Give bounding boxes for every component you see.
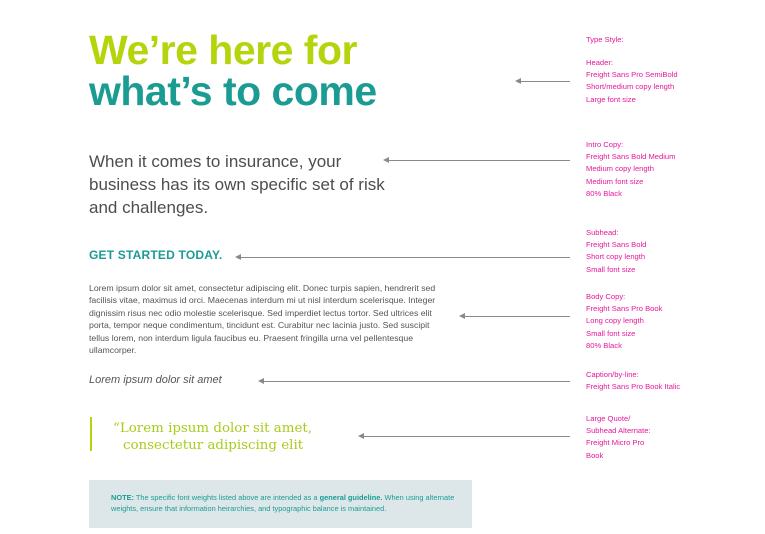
- header-sample: We’re here for what’s to come: [89, 30, 377, 112]
- quote-sample: “Lorem ipsum dolor sit amet, consectetur…: [113, 420, 312, 454]
- annotation-intro-length: Medium copy length: [586, 164, 654, 174]
- annotation-quote: Large Quote/ Subhead Alternate: Freight …: [586, 413, 651, 462]
- note-emphasis: general guideline.: [319, 493, 383, 502]
- annotation-quote-weight: Book: [586, 450, 604, 460]
- arrow-caption: [258, 378, 570, 384]
- note-text-before: The specific font weights listed above a…: [134, 493, 320, 502]
- annotation-body-font: Freight Sans Pro Book: [586, 304, 663, 314]
- annotation-quote-font: Freight Micro Pro: [586, 438, 645, 448]
- annotation-header: Header: Freight Sans Pro SemiBold Short/…: [586, 57, 678, 106]
- body-copy-sample: Lorem ipsum dolor sit amet, consectetur …: [89, 283, 436, 356]
- annotation-header-length: Short/medium copy length: [586, 82, 675, 92]
- annotation-subhead-size: Small font size: [586, 264, 636, 274]
- caption-sample: Lorem ipsum dolor sit amet: [89, 374, 222, 386]
- arrow-body: [459, 313, 570, 319]
- annotation-caption-label: Caption/by-line:: [586, 370, 639, 379]
- annotation-body: Body Copy: Freight Sans Pro Book Long co…: [586, 291, 662, 352]
- annotation-caption-font: Freight Sans Pro Book Italic: [586, 382, 681, 392]
- annotation-body-length: Long copy length: [586, 316, 644, 326]
- annotation-body-color: 80% Black: [586, 340, 622, 350]
- annotation-caption: Caption/by-line: Freight Sans Pro Book I…: [586, 369, 680, 393]
- note-box: NOTE: The specific font weights listed a…: [89, 480, 472, 528]
- note-label: NOTE:: [111, 493, 134, 502]
- annotation-intro-color: 80% Black: [586, 188, 622, 198]
- annotation-subhead: Subhead: Freight Sans Bold Short copy le…: [586, 227, 646, 276]
- annotation-intro: Intro Copy: Freight Sans Bold Medium Med…: [586, 139, 675, 200]
- quote-bar: [90, 417, 92, 451]
- annotation-intro-label: Intro Copy:: [586, 140, 624, 149]
- annotation-subhead-font: Freight Sans Bold: [586, 240, 647, 250]
- annotation-header-font: Freight Sans Pro SemiBold: [586, 70, 678, 80]
- subhead-sample: GET STARTED TODAY.: [89, 248, 223, 262]
- annotation-body-size: Small font size: [586, 328, 636, 338]
- annotation-quote-label-1: Large Quote/: [586, 414, 631, 423]
- annotation-header-label: Header:: [586, 58, 614, 67]
- annotation-subhead-label: Subhead:: [586, 228, 619, 237]
- header-line-2: what’s to come: [89, 68, 377, 114]
- annotation-body-label: Body Copy:: [586, 292, 626, 301]
- annotation-header-size: Large font size: [586, 94, 636, 104]
- intro-copy-sample: When it comes to insurance, your busines…: [89, 152, 385, 217]
- annotation-intro-font: Freight Sans Bold Medium: [586, 152, 676, 162]
- annotation-title: Type Style:: [586, 35, 624, 44]
- arrow-quote: [358, 433, 570, 439]
- arrow-header: [515, 78, 570, 84]
- annotation-subhead-length: Short copy length: [586, 252, 646, 262]
- header-line-1: We’re here for: [89, 27, 357, 73]
- arrow-subhead: [235, 254, 570, 260]
- arrow-intro: [383, 157, 570, 163]
- quote-line-1: “Lorem ipsum dolor sit amet,: [113, 421, 313, 436]
- annotation-quote-label-2: Subhead Alternate:: [586, 426, 651, 436]
- quote-line-2: consectetur adipiscing elit: [123, 438, 304, 453]
- annotation-intro-size: Medium font size: [586, 176, 644, 186]
